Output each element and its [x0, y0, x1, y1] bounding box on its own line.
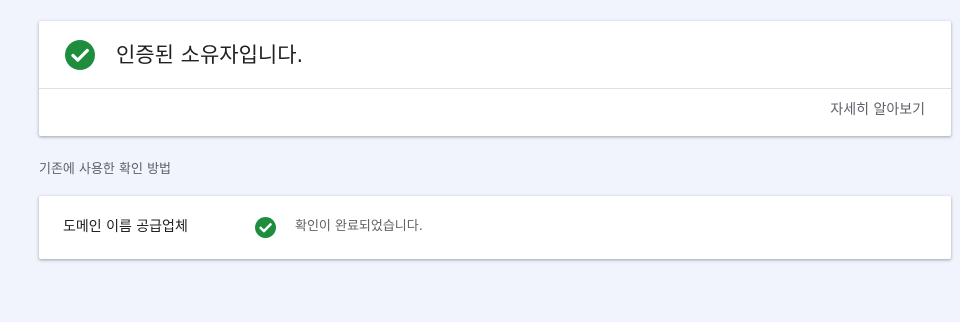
learn-more-link[interactable]: 자세히 알아보기 — [830, 100, 925, 120]
verification-method-row: 도메인 이름 공급업체 확인이 완료되었습니다. — [39, 196, 951, 259]
previous-methods-heading: 기존에 사용한 확인 방법 — [39, 162, 171, 177]
verification-method-name: 도메인 이름 공급업체 — [63, 219, 188, 235]
verified-owner-card: 인증된 소유자입니다. 자세히 알아보기 — [39, 21, 951, 136]
verification-status-text: 확인이 완료되었습니다. — [295, 219, 423, 234]
verified-owner-header: 인증된 소유자입니다. — [39, 21, 951, 89]
check-circle-icon — [65, 40, 95, 70]
check-circle-icon — [255, 217, 276, 238]
verified-owner-title: 인증된 소유자입니다. — [116, 43, 304, 67]
